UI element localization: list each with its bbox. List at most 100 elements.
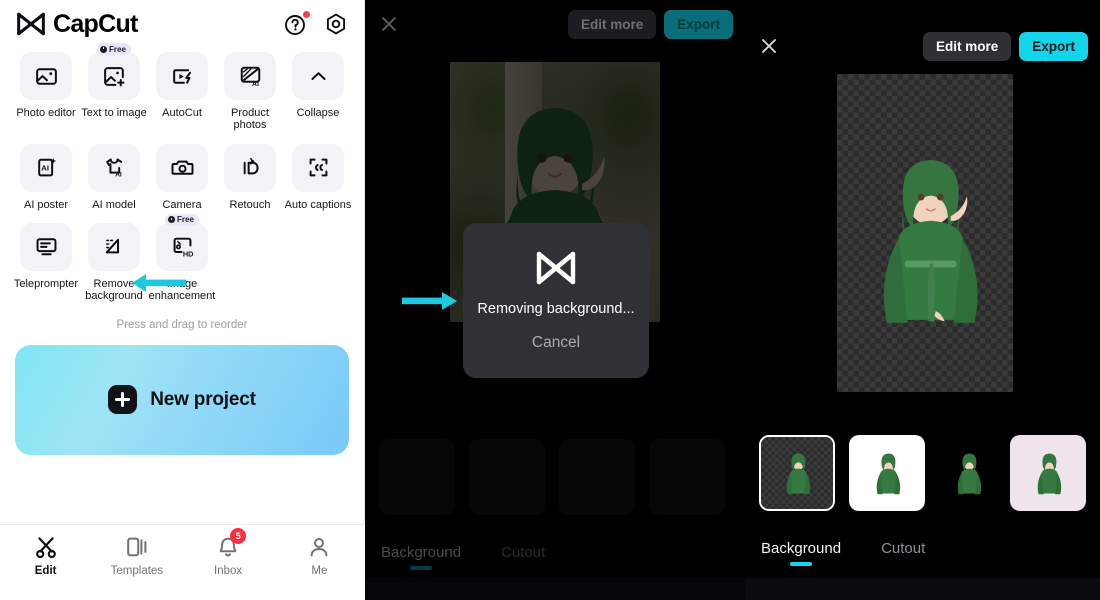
nav-label: Templates xyxy=(110,565,164,577)
person-icon xyxy=(306,534,332,560)
thumbnail-white-background[interactable] xyxy=(849,435,925,511)
free-badge: Free xyxy=(165,213,199,226)
tool-label: Teleprompter xyxy=(13,277,79,290)
nav-item-edit[interactable]: Edit xyxy=(0,534,91,577)
tab-background[interactable]: Background xyxy=(761,540,841,566)
nav-item-templates[interactable]: Templates xyxy=(91,534,182,577)
tool-slot-empty-2 xyxy=(284,223,352,303)
clock-icon xyxy=(100,45,108,53)
right-bottom-strip xyxy=(745,578,1100,600)
templates-icon xyxy=(124,534,150,560)
capcut-logo-icon xyxy=(534,249,578,287)
tool-retouch[interactable]: Retouch xyxy=(216,143,284,211)
tool-label: Retouch xyxy=(229,198,271,211)
export-button[interactable]: Export xyxy=(664,9,733,39)
app-logo: CapCut xyxy=(16,10,138,39)
tool-text-to-image[interactable]: Free Text to image xyxy=(80,43,148,132)
text-to-image-icon: Free xyxy=(88,43,140,100)
tool-label: Auto captions xyxy=(284,198,352,211)
tool-remove-background[interactable]: Remove background xyxy=(80,222,148,303)
tool-grid: Photo editor Free Text to image AutoCut … xyxy=(0,43,364,305)
tab-cutout[interactable]: Cutout xyxy=(881,540,925,566)
auto-captions-icon xyxy=(292,143,344,192)
tool-image-enhancement[interactable]: Free HD Image enhancement xyxy=(148,213,216,303)
free-badge-label: Free xyxy=(177,215,194,225)
thumbnail-transparent-checkerboard[interactable] xyxy=(759,435,835,511)
free-badge-label: Free xyxy=(109,44,126,54)
editor-panel-result: Edit more Export Background Cutout xyxy=(745,0,1100,600)
svg-text:AI: AI xyxy=(252,81,259,88)
right-canvas xyxy=(745,60,1100,430)
clock-icon xyxy=(168,216,176,224)
tool-slot-empty-1 xyxy=(216,223,284,303)
tool-row-2: AI AI poster AI AI model Camera Retouch … xyxy=(12,143,352,211)
thumbnail-no-background[interactable] xyxy=(939,435,996,511)
svg-text:AI: AI xyxy=(115,172,122,179)
app-screen: CapCut Photo editor Free Text to image A… xyxy=(0,0,1100,600)
image-enhancement-hd-icon: Free HD xyxy=(156,213,208,271)
dialog-status-text: Removing background... xyxy=(477,301,635,317)
scissors-icon xyxy=(33,534,59,560)
tool-label: AI poster xyxy=(23,198,69,211)
close-x-icon[interactable] xyxy=(377,12,401,36)
tool-product-photos[interactable]: AI Product photos xyxy=(216,52,284,132)
capcut-logo-icon xyxy=(16,11,46,37)
tool-row-3: Teleprompter Remove background Free HD I… xyxy=(12,213,352,303)
nav-label: Inbox xyxy=(214,565,243,577)
photo-editor-icon xyxy=(20,52,72,100)
export-button[interactable]: Export xyxy=(1019,31,1088,61)
tool-label: Product photos xyxy=(231,107,269,132)
help-notification-dot xyxy=(303,11,310,18)
tool-ai-poster[interactable]: AI AI poster xyxy=(12,143,80,211)
svg-text:HD: HD xyxy=(182,250,193,259)
svg-text:AI: AI xyxy=(41,164,49,173)
tool-label: Text to image xyxy=(81,107,147,119)
right-thumbnail-strip xyxy=(745,426,1100,520)
tool-label: Image enhancement xyxy=(148,277,216,303)
close-x-icon[interactable] xyxy=(757,34,781,58)
tool-label: AI model xyxy=(92,198,136,211)
thumbnail-lavender-background[interactable] xyxy=(1010,435,1086,511)
cancel-button[interactable]: Cancel xyxy=(532,334,580,352)
edit-more-button[interactable]: Edit more xyxy=(922,31,1012,61)
nav-label: Edit xyxy=(34,565,57,577)
edit-more-button[interactable]: Edit more xyxy=(567,9,657,39)
nav-item-me[interactable]: Me xyxy=(274,534,365,577)
preview-image-cutout[interactable] xyxy=(837,74,1013,392)
ai-model-shirt-icon: AI xyxy=(88,143,140,192)
remove-background-icon xyxy=(88,222,140,271)
tool-row-1: Photo editor Free Text to image AutoCut … xyxy=(12,43,352,132)
ai-poster-icon: AI xyxy=(20,143,72,192)
right-tabs: Background Cutout xyxy=(745,540,1100,574)
help-circle-icon[interactable] xyxy=(284,11,310,36)
center-topbar: Edit more Export xyxy=(365,0,745,48)
tool-label: Collapse xyxy=(296,107,340,119)
new-project-label: New project xyxy=(150,388,256,410)
tool-teleprompter[interactable]: Teleprompter xyxy=(12,222,80,303)
retouch-icon xyxy=(224,143,276,192)
autocut-icon xyxy=(156,52,208,100)
tool-photo-editor[interactable]: Photo editor xyxy=(12,52,80,132)
tool-collapse[interactable]: Collapse xyxy=(284,52,352,132)
new-project-button[interactable]: New project xyxy=(15,344,349,455)
chevron-up-icon xyxy=(292,52,344,100)
inbox-badge: 5 xyxy=(230,528,247,544)
nav-item-inbox[interactable]: 5 Inbox xyxy=(183,528,274,577)
reorder-hint: Press and drag to reorder xyxy=(116,318,248,331)
tool-label: AutoCut xyxy=(162,107,202,119)
sidebar-header: CapCut xyxy=(0,0,364,48)
sidebar-header-actions xyxy=(284,11,348,36)
tool-camera[interactable]: Camera xyxy=(148,143,216,211)
bottom-navigation: Edit Templates 5 Inbox Me xyxy=(0,524,365,600)
tool-ai-model[interactable]: AI AI model xyxy=(80,143,148,211)
tool-autocut[interactable]: AutoCut xyxy=(148,52,216,132)
gear-hexagon-icon[interactable] xyxy=(324,12,348,36)
plus-icon xyxy=(108,385,138,415)
tool-auto-captions[interactable]: Auto captions xyxy=(284,143,352,211)
teleprompter-icon xyxy=(20,222,72,271)
tool-label: Remove background xyxy=(85,277,143,303)
camera-icon xyxy=(156,143,208,192)
tool-label: Camera xyxy=(162,198,202,211)
app-title: CapCut xyxy=(53,9,138,38)
removing-background-dialog: Removing background... Cancel xyxy=(463,223,649,378)
